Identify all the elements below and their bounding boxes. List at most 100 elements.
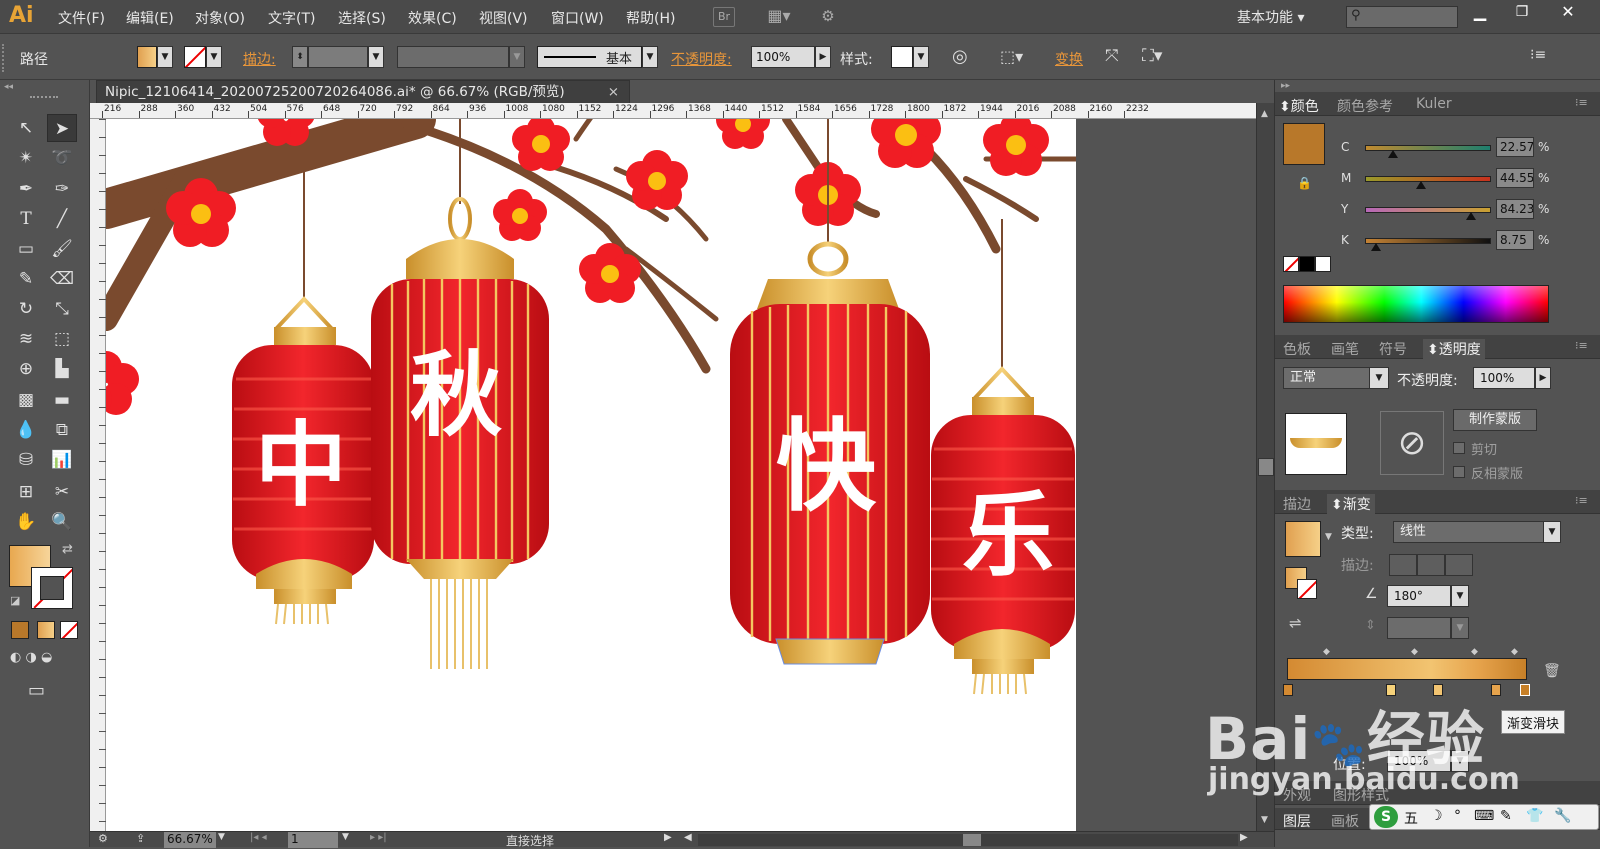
- delete-stop-icon[interactable]: 🗑: [1543, 663, 1561, 679]
- transparency-opacity-arrow-icon[interactable]: ▶: [1535, 367, 1551, 389]
- opacity-field[interactable]: 100%: [751, 46, 815, 68]
- style-swatch[interactable]: [891, 46, 913, 68]
- cmyk-slider-knob-m[interactable]: [1416, 181, 1427, 189]
- maximize-button[interactable]: ❐: [1504, 1, 1540, 25]
- column-graph-tool-icon[interactable]: 📊: [47, 446, 77, 474]
- gradient-tool-icon[interactable]: ▬: [47, 386, 77, 414]
- blend-mode-dropdown-icon[interactable]: ▼: [1369, 367, 1389, 389]
- gradient-stroke-swatch[interactable]: [1297, 579, 1317, 599]
- lantern-le[interactable]: 乐: [931, 219, 1075, 695]
- status-icon[interactable]: ⚙: [98, 832, 108, 845]
- status-menu-icon[interactable]: ▶: [664, 832, 672, 843]
- gradient-panel-menu-icon[interactable]: ⁝≡: [1575, 494, 1588, 507]
- transparency-panel-menu-icon[interactable]: ⁝≡: [1575, 339, 1588, 352]
- tab-swatches[interactable]: 色板: [1283, 339, 1311, 359]
- scroll-up-icon[interactable]: ▲: [1261, 109, 1268, 119]
- stroke-weight-field[interactable]: [308, 46, 368, 68]
- horizontal-scrollbar[interactable]: [698, 834, 1238, 846]
- lantern-zhong[interactable]: 中: [232, 164, 374, 625]
- tab-stroke[interactable]: 描边: [1283, 494, 1311, 514]
- reverse-gradient-icon[interactable]: ⇌: [1289, 614, 1302, 632]
- fill-swatch[interactable]: [137, 46, 157, 68]
- menu-help[interactable]: 帮助(H): [626, 8, 675, 28]
- paintbrush-tool-icon[interactable]: 🖌: [47, 235, 77, 263]
- aspect-dropdown-icon[interactable]: ▼: [1451, 617, 1469, 639]
- symbol-sprayer-tool-icon[interactable]: ⛁: [11, 446, 41, 474]
- color-fill-preview[interactable]: [1283, 123, 1325, 165]
- draw-mode-icons[interactable]: ◐ ◑ ◒: [10, 650, 80, 670]
- gradient-preview-dropdown-icon[interactable]: ▼: [1325, 532, 1332, 542]
- brush-dropdown-icon[interactable]: ▼: [642, 46, 658, 68]
- first-artboard-icon[interactable]: |◂ ◂: [250, 832, 267, 843]
- edit-envelope-icon[interactable]: ⛶▾: [1142, 46, 1162, 66]
- align-to-icon[interactable]: ⬚▾: [1000, 47, 1023, 66]
- gradient-mode-icon[interactable]: [37, 621, 55, 639]
- brush-definition[interactable]: 基本: [537, 46, 642, 68]
- blend-tool-icon[interactable]: ⧉: [47, 416, 77, 444]
- object-thumbnail[interactable]: [1285, 413, 1347, 475]
- gpu-performance-icon[interactable]: ⚙: [815, 7, 841, 27]
- ime-fullwidth-icon[interactable]: °: [1454, 808, 1461, 824]
- default-colors-icon[interactable]: ◪: [10, 594, 20, 607]
- collapse-icon[interactable]: ◂◂: [4, 82, 13, 92]
- hand-tool-icon[interactable]: ✋: [11, 508, 41, 536]
- zoom-dropdown-icon[interactable]: ▼: [218, 832, 225, 842]
- menu-edit[interactable]: 编辑(E): [126, 8, 174, 28]
- arrange-documents-icon[interactable]: ▦▾: [762, 7, 796, 27]
- close-document-icon[interactable]: ×: [608, 81, 619, 103]
- swap-colors-icon[interactable]: ⇄: [62, 542, 73, 557]
- document-tab[interactable]: Nipic_12106414_20200725200720264086.ai* …: [96, 80, 630, 103]
- midpoint-diamond-1[interactable]: ◆: [1323, 647, 1330, 657]
- tab-transparency[interactable]: ⬍透明度: [1423, 339, 1485, 359]
- stroke-color-box[interactable]: [31, 567, 73, 609]
- cmyk-value-m[interactable]: 44.55: [1496, 168, 1534, 188]
- gradient-slider-bar[interactable]: [1287, 658, 1527, 680]
- cmyk-slider-k[interactable]: [1365, 238, 1491, 244]
- tab-color-guide[interactable]: 颜色参考: [1337, 96, 1393, 116]
- search-box[interactable]: ⚲: [1346, 6, 1458, 28]
- workspace-switcher[interactable]: 基本功能 ▾: [1237, 7, 1304, 27]
- bridge-icon[interactable]: Br: [713, 7, 735, 27]
- artwork[interactable]: 中 秋 快 乐: [106, 119, 1076, 831]
- search-input[interactable]: [1367, 7, 1447, 27]
- make-mask-button[interactable]: 制作蒙版: [1453, 409, 1537, 431]
- stroke-within-icon[interactable]: [1389, 554, 1417, 576]
- midpoint-diamond-3[interactable]: ◆: [1471, 647, 1478, 657]
- none-mode-icon[interactable]: [60, 621, 78, 639]
- angle-dropdown-icon[interactable]: ▼: [1451, 585, 1469, 607]
- type-tool-icon[interactable]: T: [11, 205, 41, 233]
- gradient-preview[interactable]: [1285, 521, 1321, 557]
- gradient-stop-4[interactable]: [1491, 684, 1501, 696]
- artboard-field[interactable]: 1: [288, 832, 338, 848]
- midpoint-diamond-4[interactable]: ◆: [1511, 647, 1518, 657]
- white-swatch[interactable]: [1315, 256, 1331, 272]
- transparency-opacity-field[interactable]: 100%: [1473, 367, 1535, 389]
- minimize-button[interactable]: ▁: [1462, 1, 1498, 25]
- cmyk-slider-knob-k[interactable]: [1371, 243, 1382, 251]
- screen-mode-icon[interactable]: ▭: [28, 680, 45, 701]
- fill-dropdown-icon[interactable]: ▼: [157, 46, 173, 68]
- artboard-tool-icon[interactable]: ⊞: [11, 478, 41, 506]
- expand-panels-icon[interactable]: ▸▸: [1281, 81, 1290, 91]
- close-window-button[interactable]: ✕: [1550, 1, 1586, 25]
- hscroll-right-icon[interactable]: ▶: [1240, 832, 1248, 843]
- tab-brushes[interactable]: 画笔: [1331, 339, 1359, 359]
- lasso-tool-icon[interactable]: ➰: [47, 144, 77, 172]
- variable-width-dropdown-icon[interactable]: ▼: [509, 46, 525, 68]
- menu-type[interactable]: 文字(T): [268, 8, 315, 28]
- menu-window[interactable]: 窗口(W): [551, 8, 604, 28]
- stroke-swatch[interactable]: [184, 46, 206, 68]
- variable-width-field[interactable]: [397, 46, 509, 68]
- artboard[interactable]: 中 秋 快 乐: [106, 119, 1076, 831]
- cmyk-slider-knob-c[interactable]: [1388, 150, 1399, 158]
- invert-mask-checkbox[interactable]: [1453, 466, 1465, 478]
- stroke-weight-dropdown-icon[interactable]: ▼: [368, 46, 384, 68]
- zoom-field[interactable]: 66.67%: [164, 832, 216, 848]
- zoom-tool-icon[interactable]: 🔍: [47, 508, 77, 536]
- cmyk-value-c[interactable]: 22.57: [1496, 137, 1534, 157]
- gradient-angle-field[interactable]: 180°: [1387, 585, 1451, 607]
- mesh-tool-icon[interactable]: ▩: [11, 386, 41, 414]
- stroke-label[interactable]: 描边:: [243, 49, 276, 69]
- share-icon[interactable]: ⇪: [136, 832, 145, 845]
- warp-tool-icon[interactable]: ≋: [11, 325, 41, 353]
